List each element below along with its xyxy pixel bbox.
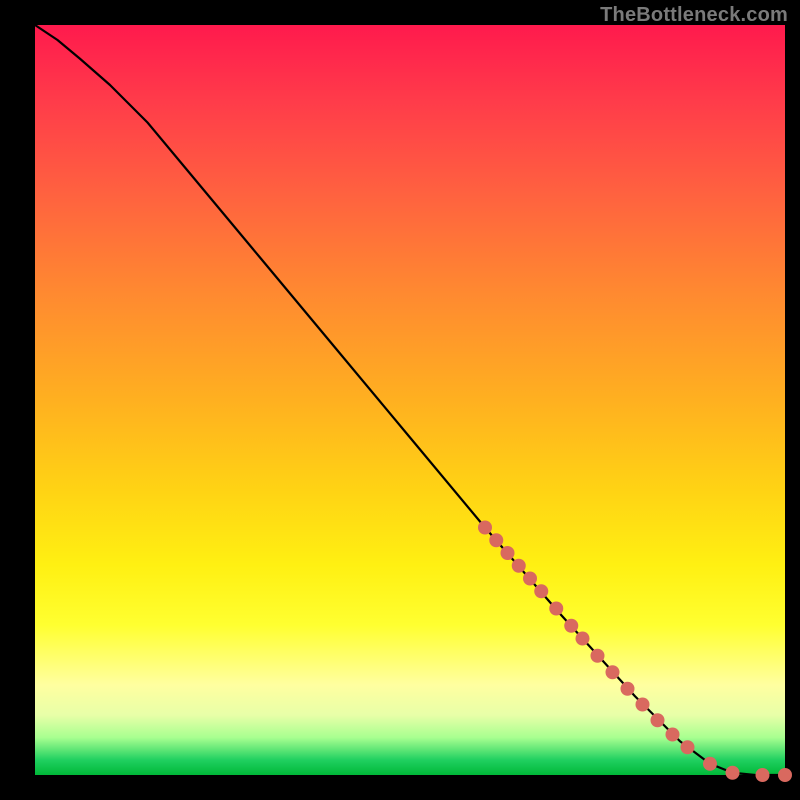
highlight-point bbox=[621, 682, 635, 696]
highlight-point bbox=[703, 757, 717, 771]
chart-frame: TheBottleneck.com bbox=[0, 0, 800, 800]
highlight-point bbox=[756, 768, 770, 782]
bottleneck-curve bbox=[35, 25, 785, 775]
marker-layer bbox=[478, 521, 792, 783]
highlight-point bbox=[512, 559, 526, 573]
highlight-point bbox=[501, 546, 515, 560]
highlight-point bbox=[534, 584, 548, 598]
highlight-point bbox=[523, 572, 537, 586]
highlight-point bbox=[478, 521, 492, 535]
highlight-point bbox=[778, 768, 792, 782]
highlight-point bbox=[666, 728, 680, 742]
highlight-point bbox=[651, 713, 665, 727]
highlight-point bbox=[636, 698, 650, 712]
curve-layer bbox=[35, 25, 785, 775]
watermark-text: TheBottleneck.com bbox=[600, 4, 788, 27]
highlight-point bbox=[726, 766, 740, 780]
chart-svg bbox=[35, 25, 785, 775]
highlight-point bbox=[606, 665, 620, 679]
highlight-point bbox=[591, 649, 605, 663]
highlight-point bbox=[576, 632, 590, 646]
highlight-point bbox=[489, 533, 503, 547]
highlight-point bbox=[549, 602, 563, 616]
highlight-point bbox=[681, 740, 695, 754]
highlight-point bbox=[564, 619, 578, 633]
